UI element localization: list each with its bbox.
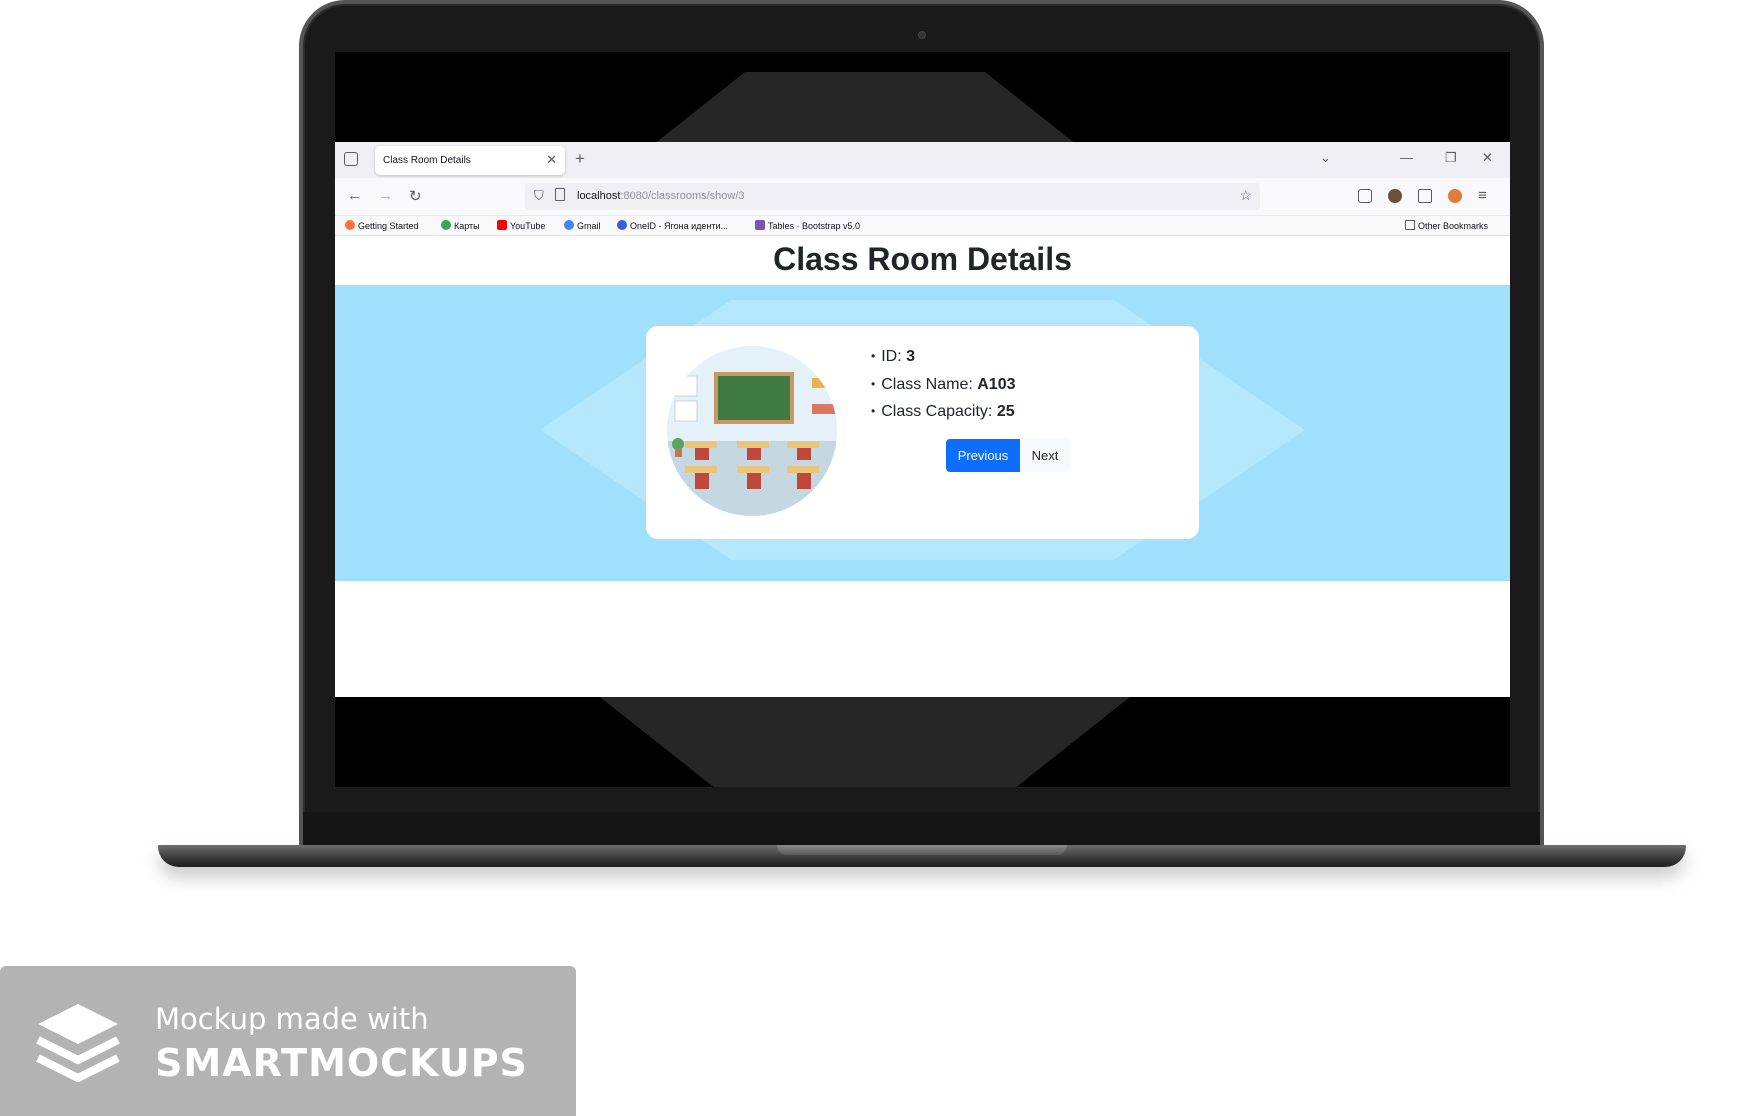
folder-icon (1405, 220, 1415, 230)
nav-bar: ← → ↻ ⛉ localhost:8080/classrooms/show/3… (335, 178, 1510, 216)
detail-id: ID: 3 (871, 348, 1015, 376)
detail-capacity-value: 25 (996, 403, 1015, 420)
detail-class-name-value: A103 (977, 375, 1016, 393)
extensions-icon[interactable] (1418, 189, 1432, 203)
bookmarks-bar: Getting Started Карты YouTube Gmail OneI… (335, 216, 1510, 236)
tab-bar: Class Room Details ✕ + ⌄ — ❐ ✕ (335, 142, 1510, 178)
watermark-line2: SMARTMOCKUPS (155, 1041, 528, 1085)
back-icon[interactable]: ← (347, 187, 362, 204)
profile-icon[interactable] (1448, 189, 1462, 203)
url-host: localhost (577, 190, 621, 202)
detail-class-name: Class Name: A103 (871, 376, 1015, 404)
bookmark-other[interactable]: Other Bookmarks (1405, 220, 1488, 231)
pocket-icon[interactable] (1358, 189, 1372, 203)
minimize-icon[interactable]: — (1400, 150, 1413, 165)
classroom-card: ID: 3 Class Name: A103 Class Capacity: 2… (646, 326, 1199, 539)
laptop-notch (777, 845, 1067, 855)
bookmark-gmail[interactable]: Gmail (564, 220, 601, 231)
youtube-icon (497, 220, 507, 230)
menu-icon[interactable]: ≡ (1478, 187, 1487, 204)
browser-window: Class Room Details ✕ + ⌄ — ❐ ✕ ← → ↻ ⛉ l… (335, 142, 1510, 697)
laptop-screen: Class Room Details ✕ + ⌄ — ❐ ✕ ← → ↻ ⛉ l… (335, 52, 1510, 787)
close-window-icon[interactable]: ✕ (1482, 150, 1493, 166)
page-content: Class Room Details • ID: 3 • Class Name:… (335, 236, 1510, 697)
detail-capacity: Class Capacity: 25 (871, 403, 1015, 431)
classroom-details: ID: 3 Class Name: A103 Class Capacity: 2… (871, 348, 1015, 431)
detail-id-value: 3 (906, 348, 916, 365)
layers-icon (36, 1004, 120, 1082)
restore-icon[interactable]: ❐ (1445, 150, 1457, 166)
oneid-icon (617, 220, 627, 230)
camera-icon (918, 31, 926, 39)
map-pin-icon (441, 220, 451, 230)
bootstrap-icon (755, 220, 765, 230)
firefox-icon (345, 220, 355, 230)
bookmark-youtube[interactable]: YouTube (497, 220, 545, 231)
google-icon (564, 220, 574, 230)
tab-list-icon[interactable] (344, 152, 358, 166)
bookmark-bootstrap[interactable]: Tables · Bootstrap v5.0 (755, 220, 860, 231)
new-tab-icon[interactable]: + (575, 149, 585, 169)
account-avatar-icon[interactable] (1388, 189, 1402, 203)
bookmark-maps[interactable]: Карты (441, 220, 480, 231)
tab-close-icon[interactable]: ✕ (546, 152, 557, 168)
bookmark-oneid[interactable]: OneID - Ягона иденти... (617, 220, 728, 231)
url-bar[interactable]: ⛉ localhost:8080/classrooms/show/3 ☆ (525, 183, 1260, 210)
browser-tab[interactable]: Class Room Details ✕ (375, 146, 565, 175)
bookmark-star-icon[interactable]: ☆ (1239, 187, 1252, 204)
classroom-illustration (667, 346, 837, 516)
page-title: Class Room Details (773, 241, 1072, 277)
watermark-line1: Mockup made with (155, 1002, 429, 1036)
previous-button[interactable]: Previous (946, 439, 1020, 472)
chevron-down-icon[interactable]: ⌄ (1320, 150, 1331, 166)
reload-icon[interactable]: ↻ (409, 187, 422, 205)
url-path: :8080/classrooms/show/3 (620, 190, 745, 202)
page-icon (555, 188, 565, 201)
hero-section: ID: 3 Class Name: A103 Class Capacity: 2… (335, 285, 1510, 581)
bookmark-getting-started[interactable]: Getting Started (345, 220, 419, 231)
next-button[interactable]: Next (1020, 439, 1070, 472)
smartmockups-watermark: Mockup made with SMARTMOCKUPS (0, 966, 576, 1116)
forward-icon[interactable]: → (378, 187, 393, 204)
shield-icon[interactable]: ⛉ (534, 188, 544, 204)
tab-title: Class Room Details (383, 155, 471, 166)
